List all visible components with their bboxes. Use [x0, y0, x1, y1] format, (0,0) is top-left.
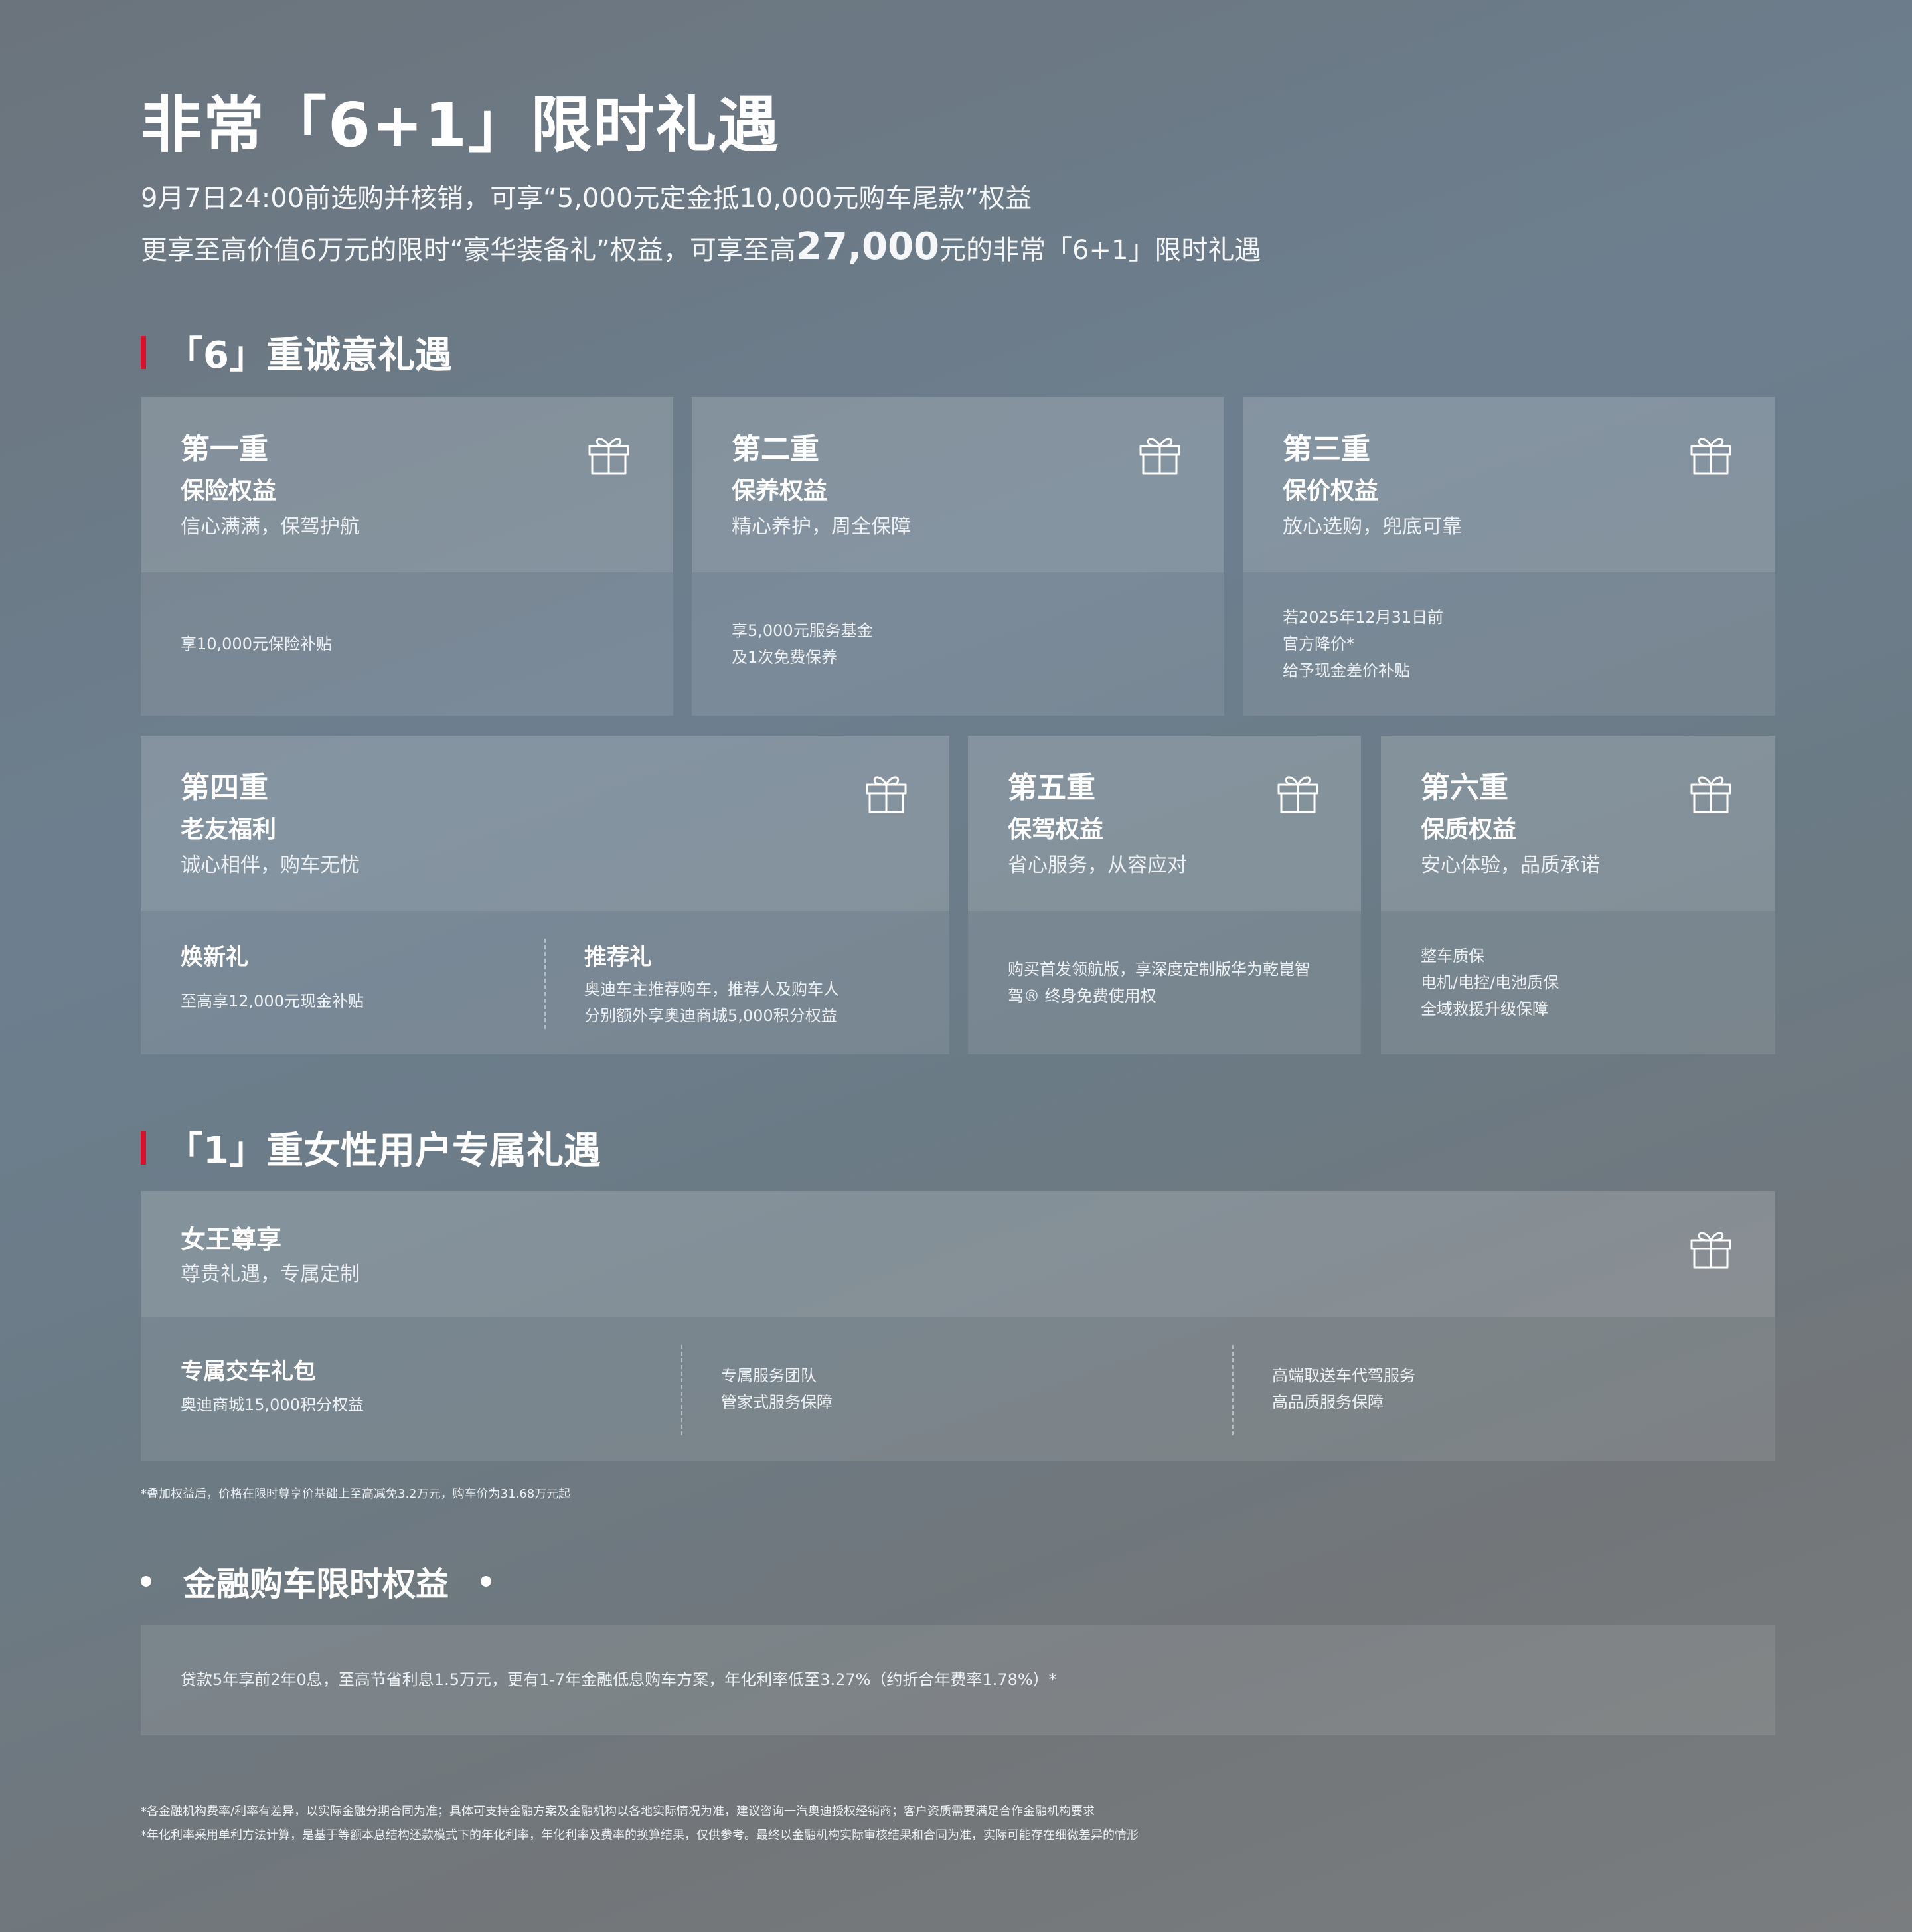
card-subtitle: 保驾权益	[1008, 816, 1104, 843]
card-body-line: 电机/电控/电池质保	[1421, 973, 1559, 992]
renewal-gift-body: 至高享12,000元现金补贴	[181, 988, 364, 1014]
card-title: 女王尊享	[181, 1225, 282, 1254]
finance-body: 贷款5年享前2年0息，至高节省利息1.5万元，更有1-7年金融低息购车方案，年化…	[181, 1670, 1057, 1689]
page-title: 非常「6+1」限时礼遇	[141, 90, 781, 161]
section-6-heading: 「6」重诚意礼遇	[141, 325, 452, 379]
card-body: 购买首发领航版，享深度定制版华为乾崑智 驾® 终身免费使用权	[1008, 956, 1311, 1009]
card-body-line: 高端取送车代驾服务	[1272, 1366, 1415, 1385]
card-body: 若2025年12月31日前 官方降价* 给予现金差价补贴	[1283, 604, 1443, 684]
divider	[1232, 1345, 1234, 1435]
card-subtitle: 保险权益	[181, 477, 277, 505]
card-body-line: 奥迪商城15,000积分权益	[181, 1396, 364, 1414]
card-body: 享10,000元保险补贴	[181, 631, 332, 657]
renewal-gift-heading: 焕新礼	[181, 944, 248, 971]
card-desc: 精心养护，周全保障	[732, 515, 911, 538]
subtitle-line-2-b: 元的非常「6+1」限时礼遇	[939, 235, 1261, 266]
card-body-line: 分别额外享奥迪商城5,000积分权益	[584, 1006, 837, 1025]
gift-icon	[588, 438, 629, 475]
card-desc: 省心服务，从容应对	[1008, 854, 1187, 877]
finance-heading: 金融购车限时权益	[141, 1558, 491, 1605]
card-body-line: 整车质保	[1421, 947, 1484, 965]
divider	[544, 939, 546, 1029]
section-1-heading: 「1」重女性用户专属礼遇	[141, 1121, 601, 1174]
benefit-card-6: 第六重 保质权益 安心体验，品质承诺 整车质保 电机/电控/电池质保 全域救援升…	[1381, 736, 1775, 1054]
delivery-pack-heading: 专属交车礼包	[181, 1358, 316, 1385]
pickup-service-body: 高端取送车代驾服务 高品质服务保障	[1272, 1362, 1415, 1415]
card-desc: 放心选购，兜底可靠	[1283, 515, 1462, 538]
benefit-card-5: 第五重 保驾权益 省心服务，从容应对 购买首发领航版，享深度定制版华为乾崑智 驾…	[968, 736, 1361, 1054]
card-body-line: 奥迪车主推荐购车，推荐人及购车人	[584, 980, 839, 999]
card-desc: 尊贵礼遇，专属定制	[181, 1263, 360, 1286]
accent-bar	[141, 335, 146, 369]
card-subtitle: 保质权益	[1421, 816, 1517, 843]
divider	[681, 1345, 682, 1435]
queen-benefit-card: 女王尊享 尊贵礼遇，专属定制 专属交车礼包 奥迪商城15,000积分权益 专属服…	[141, 1191, 1775, 1461]
gift-icon	[1690, 776, 1731, 813]
benefit-card-4: 第四重 老友福利 诚心相伴，购车无忧 焕新礼 至高享12,000元现金补贴 推荐…	[141, 736, 949, 1054]
card-subtitle: 保养权益	[732, 477, 828, 505]
card-body-line: 驾® 终身免费使用权	[1008, 987, 1156, 1005]
card-title: 第六重	[1421, 771, 1508, 805]
card-body-line: 管家式服务保障	[721, 1393, 833, 1411]
card-title: 第一重	[181, 432, 268, 466]
card-subtitle: 老友福利	[181, 816, 277, 843]
card-title: 第三重	[1283, 432, 1370, 466]
gift-icon	[866, 776, 907, 813]
referral-gift-body: 奥迪车主推荐购车，推荐人及购车人 分别额外享奥迪商城5,000积分权益	[584, 976, 839, 1029]
card-body-line: 若2025年12月31日前	[1283, 608, 1444, 627]
subtitle-line-2: 更享至高价值6万元的限时“豪华装备礼”权益，可享至高27,000元的非常「6+1…	[141, 224, 1261, 269]
finance-note-1: *各金融机构费率/利率有差异，以实际金融分期合同为准；具体可支持金融方案及金融机…	[141, 1805, 1095, 1818]
card-body-line: 享10,000元保险补贴	[181, 635, 332, 653]
benefit-card-2: 第二重 保养权益 精心养护，周全保障 享5,000元服务基金 及1次免费保养	[692, 397, 1224, 716]
card-body-line: 给予现金差价补贴	[1283, 661, 1410, 680]
card-body-line: 专属服务团队	[721, 1366, 817, 1385]
card-body-line: 享5,000元服务基金	[732, 621, 873, 640]
subtitle-line-1: 9月7日24:00前选购并核销，可享“5,000元定金抵10,000元购车尾款”…	[141, 183, 1032, 214]
card-desc: 安心体验，品质承诺	[1421, 854, 1600, 877]
card-body-line: 全域救援升级保障	[1421, 1000, 1548, 1018]
card-body: 享5,000元服务基金 及1次免费保养	[732, 617, 873, 671]
card-desc: 诚心相伴，购车无忧	[181, 854, 360, 877]
bullet-dot	[141, 1576, 151, 1587]
gift-icon	[1690, 438, 1731, 475]
bullet-dot	[481, 1576, 491, 1587]
card-body-line: 官方降价*	[1283, 635, 1354, 653]
finance-heading-text: 金融购车限时权益	[183, 1565, 449, 1603]
finance-card: 贷款5年享前2年0息，至高节省利息1.5万元，更有1-7年金融低息购车方案，年化…	[141, 1625, 1775, 1735]
section-6-heading-text: 「6」重诚意礼遇	[166, 334, 452, 377]
card-body-line: 购买首发领航版，享深度定制版华为乾崑智	[1008, 960, 1311, 979]
subtitle-line-2-a: 更享至高价值6万元的限时“豪华装备礼”权益，可享至高	[141, 235, 796, 266]
accent-bar	[141, 1131, 146, 1165]
section-1-heading-text: 「1」重女性用户专属礼遇	[166, 1129, 601, 1172]
card-subtitle: 保价权益	[1283, 477, 1379, 505]
card-desc: 信心满满，保驾护航	[181, 515, 360, 538]
card-body: 整车质保 电机/电控/电池质保 全域救援升级保障	[1421, 943, 1559, 1022]
card-title: 第二重	[732, 432, 819, 466]
price-footnote: *叠加权益后，价格在限时尊享价基础上至高减免3.2万元，购车价为31.68万元起	[141, 1487, 571, 1501]
finance-note-2: *年化利率采用单利方法计算，是基于等额本息结构还款模式下的年化利率，年化利率及费…	[141, 1828, 1139, 1842]
service-team-body: 专属服务团队 管家式服务保障	[721, 1362, 833, 1415]
referral-gift-heading: 推荐礼	[584, 944, 652, 971]
benefit-card-1: 第一重 保险权益 信心满满，保驾护航 享10,000元保险补贴	[141, 397, 673, 716]
gift-icon	[1139, 438, 1180, 475]
card-title: 第四重	[181, 771, 268, 805]
card-body-line: 高品质服务保障	[1272, 1393, 1384, 1411]
highlight-amount: 27,000	[795, 225, 940, 268]
card-body-line: 及1次免费保养	[732, 648, 838, 667]
card-title: 第五重	[1008, 771, 1095, 805]
gift-icon	[1690, 1232, 1731, 1269]
gift-icon	[1277, 776, 1318, 813]
delivery-pack-body: 奥迪商城15,000积分权益	[181, 1392, 364, 1418]
benefit-card-3: 第三重 保价权益 放心选购，兜底可靠 若2025年12月31日前 官方降价* 给…	[1243, 397, 1775, 716]
card-body-line: 至高享12,000元现金补贴	[181, 992, 364, 1010]
